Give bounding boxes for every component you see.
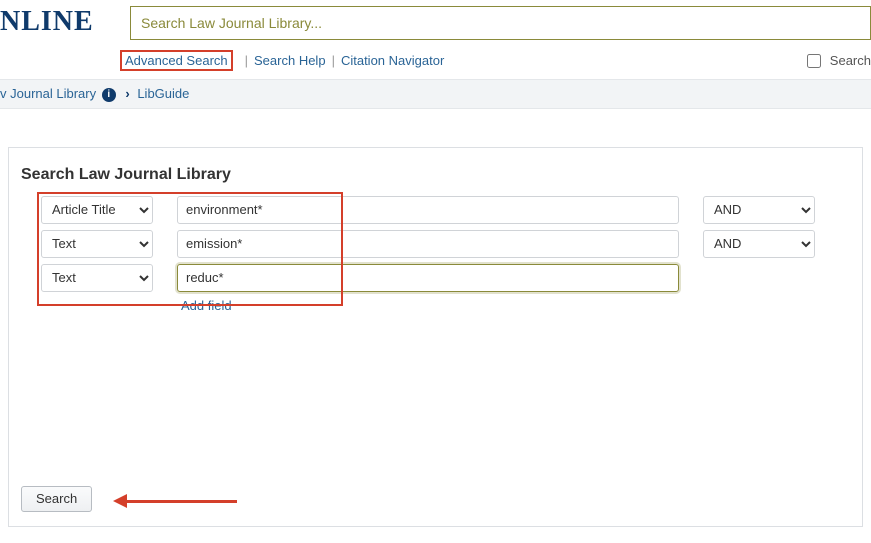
separator: | [245,53,248,68]
field-select[interactable]: Article TitleText [41,264,153,292]
chevron-right-icon: › [125,86,129,101]
info-icon[interactable]: i [102,88,116,102]
advanced-search-link[interactable]: Advanced Search [125,53,228,68]
operator-select[interactable]: ANDORNOT [703,196,815,224]
global-search-input[interactable] [130,6,871,40]
search-row: Article TitleText [41,264,850,292]
annotation-arrow [107,494,237,508]
breadcrumb-library[interactable]: v Journal Library [0,86,96,101]
field-select[interactable]: Article TitleText [41,196,153,224]
field-select[interactable]: Article TitleText [41,230,153,258]
search-scope-checkbox[interactable]: Search [803,51,871,71]
search-button[interactable]: Search [21,486,92,512]
breadcrumb: v Journal Library i › LibGuide [0,79,871,109]
advanced-search-panel: Search Law Journal Library Article Title… [8,147,863,527]
breadcrumb-libguide[interactable]: LibGuide [137,86,189,101]
add-field-link[interactable]: Add field [181,298,850,313]
term-input[interactable] [177,230,679,258]
term-input[interactable] [177,264,679,292]
search-scope-checkbox-input[interactable] [807,54,821,68]
search-row: Article TitleText ANDORNOT [41,230,850,258]
citation-navigator-link[interactable]: Citation Navigator [341,53,444,68]
operator-select[interactable]: ANDORNOT [703,230,815,258]
highlight-advanced-search: Advanced Search [120,50,233,71]
term-input[interactable] [177,196,679,224]
panel-title: Search Law Journal Library [21,166,850,184]
search-row: Article TitleText ANDORNOT [41,196,850,224]
separator: | [332,53,335,68]
logo-fragment: NLINE [0,0,130,38]
search-scope-label: Search [830,53,871,68]
search-help-link[interactable]: Search Help [254,53,326,68]
